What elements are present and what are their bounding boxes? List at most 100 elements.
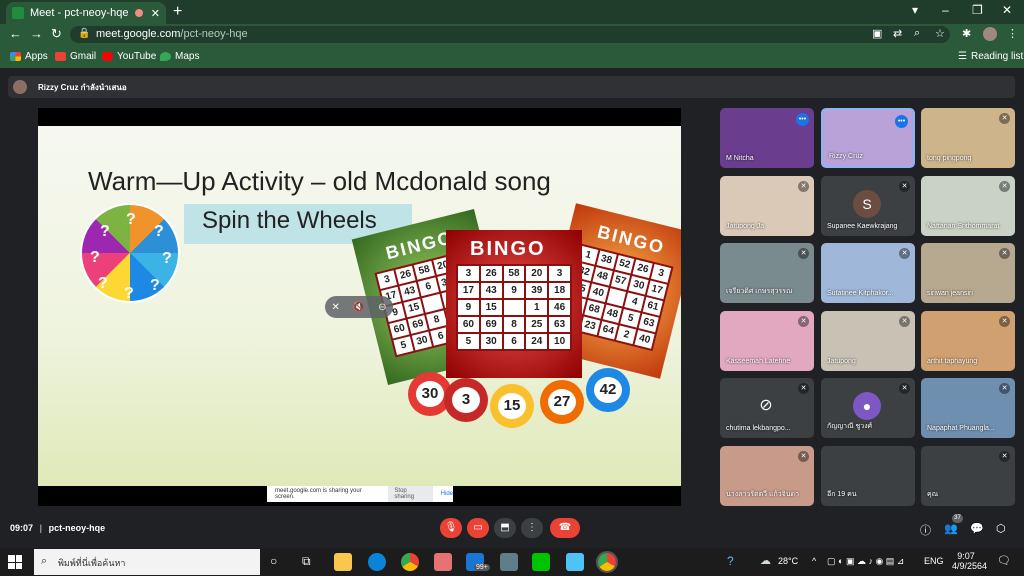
participant-tile[interactable]: อีก 19 คน — [821, 446, 915, 506]
bookmark-apps[interactable]: Apps — [10, 51, 48, 62]
new-tab-button[interactable]: + — [173, 3, 182, 21]
camera-in-use-icon[interactable]: ▣ — [872, 27, 882, 40]
muted-mic-icon: ✕ — [798, 248, 809, 259]
participant-tile[interactable]: ••• Rizzy Cruz — [821, 108, 915, 168]
participant-name: คุณ — [927, 491, 939, 498]
mic-toggle-button[interactable]: 🎙 — [440, 518, 462, 538]
participant-name: Kasseemah Latehne — [726, 358, 791, 365]
participant-name: กัญญาณี ชูวงศ์ — [827, 423, 873, 430]
file-explorer-icon[interactable] — [334, 553, 352, 571]
bookmark-maps[interactable]: Maps — [160, 51, 199, 62]
presenter-text: Rizzy Cruz กำลังนำเสนอ — [38, 82, 127, 92]
participant-tile[interactable]: ••• M Nitcha — [720, 108, 814, 168]
participant-tile[interactable]: ✕ นางสาวรัตตวี แก้วจินดา — [720, 446, 814, 506]
unpin-icon[interactable]: ✕ — [331, 302, 339, 313]
participant-tile[interactable]: ✕ Kasseemah Latehne — [720, 311, 814, 371]
weather-icon[interactable]: ☁ — [760, 554, 771, 567]
zoom-icon[interactable]: ⌕ — [914, 27, 920, 40]
meeting-info: 09:07 | pct-neoy-hqe — [10, 523, 106, 533]
edge-icon[interactable] — [368, 553, 386, 571]
close-window-button[interactable]: ✕ — [1002, 3, 1012, 17]
wheel-mark: ? — [126, 211, 136, 228]
bingo-cell: 1 — [526, 300, 548, 315]
forward-icon[interactable]: → — [30, 26, 43, 41]
profile-avatar[interactable] — [983, 27, 997, 41]
hide-banner-button[interactable]: Hide — [441, 491, 453, 497]
participant-tile[interactable]: ✕ Jatupong — [821, 311, 915, 371]
temperature[interactable]: 28°C — [778, 556, 798, 566]
task-view-icon[interactable]: ⧉ — [302, 554, 311, 569]
taskbar-search[interactable]: พิมพ์ที่นี่เพื่อค้นหา — [34, 549, 260, 575]
reload-icon[interactable]: ↻ — [51, 26, 62, 42]
participant-tile[interactable]: ✕ Nattanan Srithommarat — [921, 176, 1015, 236]
help-icon[interactable]: ? — [727, 554, 734, 568]
participant-tile[interactable]: ✕ เจรียวดิศ เกษรสุวรรณ — [720, 243, 814, 303]
more-icon[interactable]: ⊖ — [378, 302, 386, 313]
leave-call-button[interactable]: ☎ — [550, 518, 580, 538]
start-button[interactable] — [8, 555, 22, 569]
participant-tile[interactable]: ✕ arthit taphayung — [921, 311, 1015, 371]
calculator-icon[interactable] — [500, 553, 518, 571]
participant-tile[interactable]: ⊘ ✕ chutima lekbangpo... — [720, 378, 814, 438]
bingo-cell: 68 — [584, 299, 605, 319]
wheel-mark: ? — [90, 249, 100, 266]
browser-tab[interactable]: Meet - pct-neoy-hqe ✕ — [6, 2, 166, 24]
chrome-active-icon[interactable] — [596, 551, 618, 573]
address-bar[interactable]: meet.google.com/pct-neoy-hqe — [70, 26, 950, 43]
mute-presentation-icon[interactable]: 🔇 — [353, 302, 365, 313]
extensions-icon[interactable]: ✱ — [962, 27, 971, 40]
chat-icon[interactable]: 💬 — [970, 522, 984, 535]
more-options-button[interactable]: ⋮ — [521, 518, 543, 538]
bingo-cell: 30 — [480, 334, 502, 349]
bookmark-youtube[interactable]: YouTube — [102, 51, 156, 62]
line-icon[interactable] — [532, 553, 550, 571]
presentation-controls: ✕ 🔇 ⊖ — [325, 296, 393, 318]
clock[interactable]: 9:07 4/9/2564 — [952, 551, 987, 571]
restore-button[interactable]: ❐ — [972, 3, 983, 17]
recording-indicator-icon — [134, 9, 143, 17]
bingo-cell: 6 — [503, 334, 525, 349]
bingo-cell: 69 — [407, 315, 429, 334]
bookmark-gmail[interactable]: Gmail — [55, 51, 96, 62]
input-language[interactable]: ENG — [924, 556, 944, 566]
participant-tile[interactable]: ● ✕ กัญญาณี ชูวงศ์ — [821, 378, 915, 438]
show-hidden-icons[interactable]: ^ — [812, 556, 816, 566]
minimize-button[interactable]: – — [942, 3, 949, 17]
stop-sharing-button[interactable]: Stop sharing — [388, 486, 433, 502]
participant-tile[interactable]: ✕ Jatupong Ja — [720, 176, 814, 236]
paint-icon[interactable] — [434, 553, 452, 571]
reading-list-button[interactable]: ☰ Reading list — [958, 51, 1023, 62]
tab-close-icon[interactable]: ✕ — [151, 7, 160, 20]
bingo-cell: 6 — [418, 277, 439, 297]
participant-name: chutima lekbangpo... — [726, 425, 791, 432]
participant-tile[interactable]: ✕ Sutatinee Kitphakor... — [821, 243, 915, 303]
people-icon[interactable]: 👥 — [944, 522, 958, 535]
bingo-cell: 10 — [549, 334, 570, 349]
tray-apps-icons[interactable]: ▢ ◐ ▣ ☁ ♪ ◉ ▤ ⊿ — [827, 556, 904, 567]
translate-icon[interactable]: ⇄ — [893, 27, 902, 40]
bingo-cell: 3 — [458, 266, 479, 281]
photos-icon[interactable] — [566, 553, 584, 571]
apps-grid-icon — [10, 52, 21, 61]
notification-icon[interactable]: 🗨 — [997, 554, 1011, 567]
browser-menu-icon[interactable]: ⋮ — [1007, 27, 1018, 40]
participant-name: arthit taphayung — [927, 358, 978, 365]
meeting-details-icon[interactable]: ⓘ — [920, 522, 931, 538]
back-icon[interactable]: ← — [9, 26, 22, 41]
camera-toggle-button[interactable]: ▭ — [467, 518, 489, 538]
cortana-icon[interactable]: ○ — [270, 554, 277, 568]
activities-icon[interactable]: ⬡ — [996, 522, 1006, 535]
chrome-icon[interactable] — [401, 553, 419, 571]
bingo-cell: 4 — [624, 292, 645, 312]
lock-icon[interactable]: 🔒 — [78, 28, 90, 39]
participant-tile[interactable]: S ✕ Supanee Kaewkrajang — [821, 176, 915, 236]
participant-tile[interactable]: ✕ คุณ — [921, 446, 1015, 506]
bingo-cell: 17 — [647, 280, 667, 300]
participant-tile[interactable]: ✕ tong pingpong — [921, 108, 1015, 168]
present-button[interactable]: ⬒ — [494, 518, 516, 538]
bookmark-star-icon[interactable]: ☆ — [935, 27, 945, 40]
tab-search-icon[interactable]: ▾ — [912, 3, 918, 17]
participant-tile[interactable]: ✕ Napaphat Phuangla... — [921, 378, 1015, 438]
bingo-cell: 52 — [614, 255, 635, 274]
participant-tile[interactable]: ✕ siriwan jeansiri — [921, 243, 1015, 303]
